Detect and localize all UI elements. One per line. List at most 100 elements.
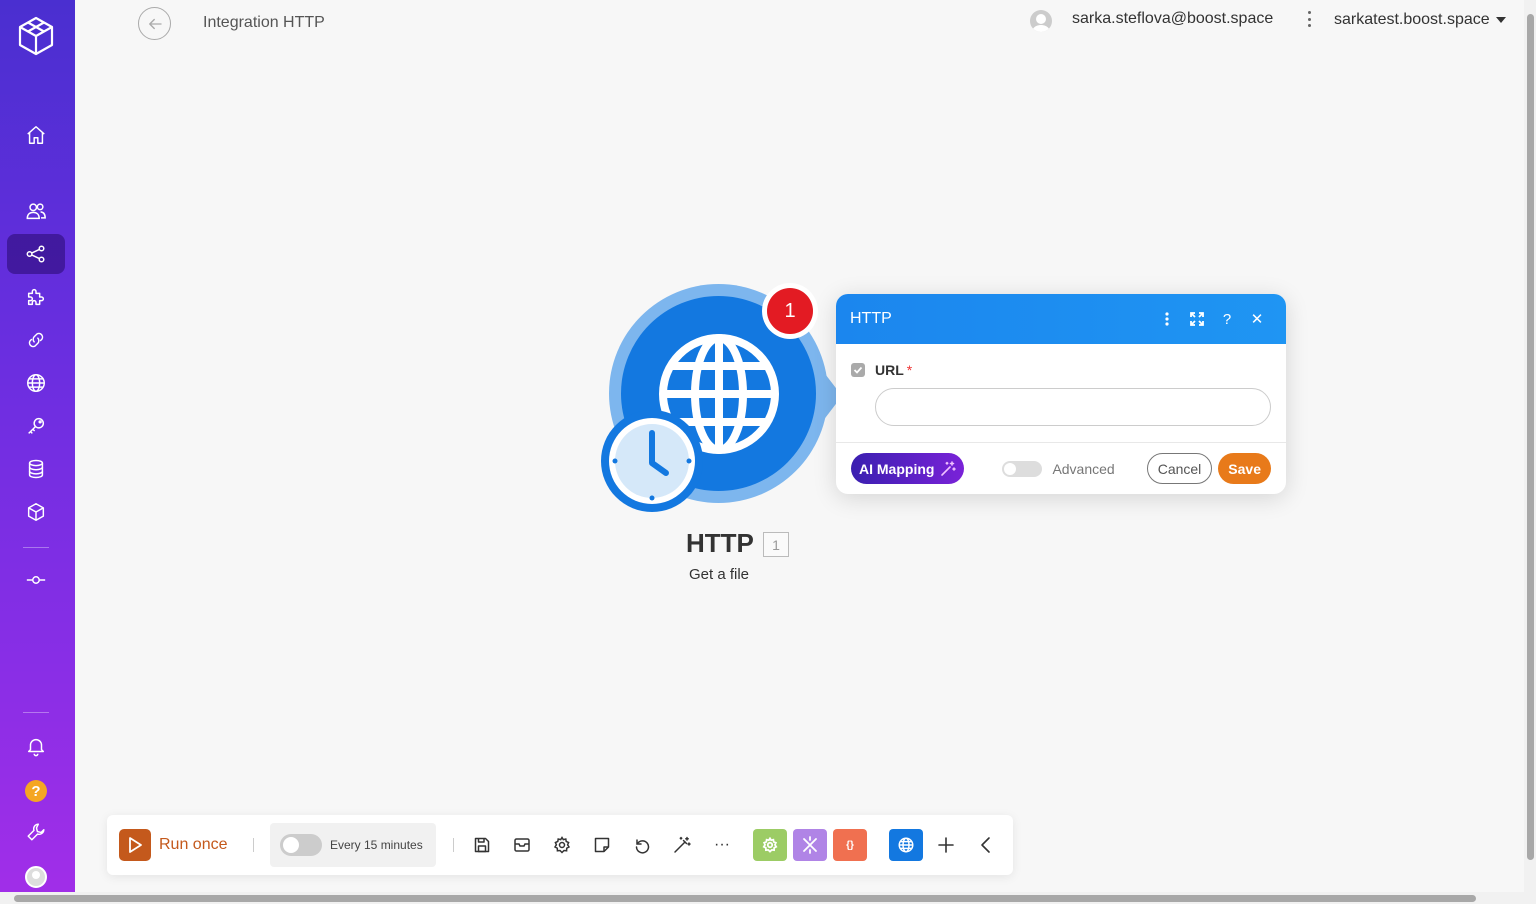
schedule-clock-icon[interactable]: [601, 410, 703, 512]
user-avatar[interactable]: [1030, 10, 1052, 32]
http-module-button[interactable]: [889, 829, 923, 861]
badge-count: 1: [767, 288, 813, 334]
advanced-label: Advanced: [1052, 460, 1115, 477]
boost-space-logo-icon[interactable]: [16, 16, 56, 56]
flow-control-button[interactable]: [793, 829, 827, 861]
sidebar-item-data-stores[interactable]: [7, 449, 65, 489]
run-once-label: Run once: [159, 836, 228, 853]
globe-icon: [898, 837, 914, 853]
horizontal-scrollbar-thumb[interactable]: [14, 895, 1476, 902]
commit-icon: [26, 576, 46, 584]
tools-module-button[interactable]: [753, 829, 787, 861]
collapse-toolbar-button[interactable]: [974, 833, 998, 857]
cancel-button[interactable]: Cancel: [1146, 453, 1213, 484]
sidebar-item-web[interactable]: [7, 363, 65, 403]
sidebar-item-scenarios[interactable]: [7, 234, 65, 274]
avatar: [25, 866, 47, 888]
sidebar-divider: [23, 547, 49, 548]
puzzle-icon: [27, 288, 45, 306]
users-icon: [26, 203, 46, 220]
organization-selector[interactable]: sarkatest.boost.space: [1334, 11, 1506, 29]
dialog-more-icon[interactable]: [1152, 307, 1182, 331]
toolbar-divider: [453, 838, 454, 852]
ai-mapping-label: AI Mapping: [859, 460, 935, 477]
home-icon: [27, 126, 45, 144]
sidebar-item-users[interactable]: [7, 191, 65, 231]
magic-wand-icon: [674, 836, 691, 853]
undo-button[interactable]: [630, 833, 654, 857]
url-label-text: URL: [875, 362, 904, 378]
wrench-icon: [27, 823, 45, 841]
scenario-io-button[interactable]: [510, 833, 534, 857]
sidebar-item-help[interactable]: ?: [7, 771, 65, 811]
more-tools-button[interactable]: ···: [710, 833, 734, 857]
flow-control-icon: [803, 836, 817, 854]
sidebar-item-profile[interactable]: [7, 857, 65, 897]
sidebar-item-keys[interactable]: [7, 406, 65, 446]
sidebar-item-settings[interactable]: [7, 812, 65, 852]
more-options-icon[interactable]: [1303, 9, 1315, 29]
save-scenario-button[interactable]: [470, 833, 494, 857]
url-field-label: URL *: [851, 362, 1271, 378]
globe-icon: [27, 374, 45, 392]
advanced-settings-toggle[interactable]: Advanced: [1002, 460, 1115, 477]
sidebar-item-home[interactable]: [7, 115, 65, 155]
key-icon: [28, 417, 45, 434]
plus-icon: [938, 837, 954, 853]
schedule-setting[interactable]: Every 15 minutes: [270, 823, 436, 867]
sidebar-item-addons[interactable]: [7, 277, 65, 317]
schedule-label: Every 15 minutes: [330, 838, 423, 852]
floppy-disk-icon: [474, 837, 490, 853]
add-module-button[interactable]: [934, 833, 958, 857]
horizontal-scrollbar[interactable]: [0, 892, 1524, 904]
module-subtitle: Get a file: [689, 566, 750, 583]
expand-icon[interactable]: [1182, 307, 1212, 331]
caret-down-icon: [1495, 17, 1506, 23]
back-button[interactable]: [138, 7, 171, 40]
dialog-footer: AI Mapping Advanced Cancel Save: [836, 442, 1286, 494]
bell-icon: [27, 738, 45, 757]
dialog-header: HTTP ? ✕: [836, 294, 1286, 344]
play-icon: [119, 829, 151, 861]
sidebar-item-data-structures[interactable]: [7, 492, 65, 532]
sidebar-item-devices[interactable]: [7, 560, 65, 600]
note-icon: [594, 837, 610, 853]
close-icon[interactable]: ✕: [1242, 307, 1272, 331]
help-icon: ?: [25, 780, 47, 802]
sidebar: ?: [0, 0, 75, 904]
advanced-toggle-switch[interactable]: [1002, 460, 1043, 477]
notes-button[interactable]: [590, 833, 614, 857]
field-toggle-checkbox[interactable]: [851, 363, 865, 377]
required-marker: *: [906, 362, 913, 378]
help-icon[interactable]: ?: [1212, 307, 1242, 331]
auto-align-button[interactable]: [670, 833, 694, 857]
sidebar-item-connections[interactable]: [7, 320, 65, 360]
sidebar-item-notifications[interactable]: [7, 726, 65, 766]
module-number: 1: [763, 532, 789, 557]
magic-wand-icon: [941, 460, 957, 476]
gear-icon: [553, 836, 571, 854]
inbox-tray-icon: [514, 838, 530, 852]
vertical-scrollbar-thumb[interactable]: [1527, 14, 1534, 860]
vertical-scrollbar[interactable]: [1524, 0, 1536, 904]
scheduling-toggle[interactable]: [280, 834, 322, 856]
chevron-left-icon: [981, 837, 990, 853]
undo-icon: [635, 839, 650, 854]
module-name: HTTP: [686, 528, 754, 558]
arrow-left-icon: [148, 18, 162, 29]
organization-name: sarkatest.boost.space: [1334, 11, 1490, 28]
run-once-button[interactable]: Run once: [119, 829, 228, 861]
gear-icon: [762, 837, 778, 853]
url-input[interactable]: [875, 388, 1271, 426]
save-button[interactable]: Save: [1218, 453, 1271, 484]
user-email[interactable]: sarka.steflova@boost.space: [1072, 10, 1273, 28]
module-operations-badge: 1: [762, 283, 818, 339]
page-title: Integration HTTP: [203, 14, 325, 31]
database-icon: [28, 459, 44, 479]
ai-mapping-button[interactable]: AI Mapping: [851, 453, 965, 484]
share-nodes-icon: [26, 245, 45, 263]
text-parser-button[interactable]: {}: [833, 829, 867, 861]
module-settings-dialog: HTTP ? ✕ URL * AI Mapping Advanced Cance…: [836, 294, 1286, 494]
scenario-settings-button[interactable]: [550, 833, 574, 857]
dialog-title: HTTP: [850, 310, 892, 327]
